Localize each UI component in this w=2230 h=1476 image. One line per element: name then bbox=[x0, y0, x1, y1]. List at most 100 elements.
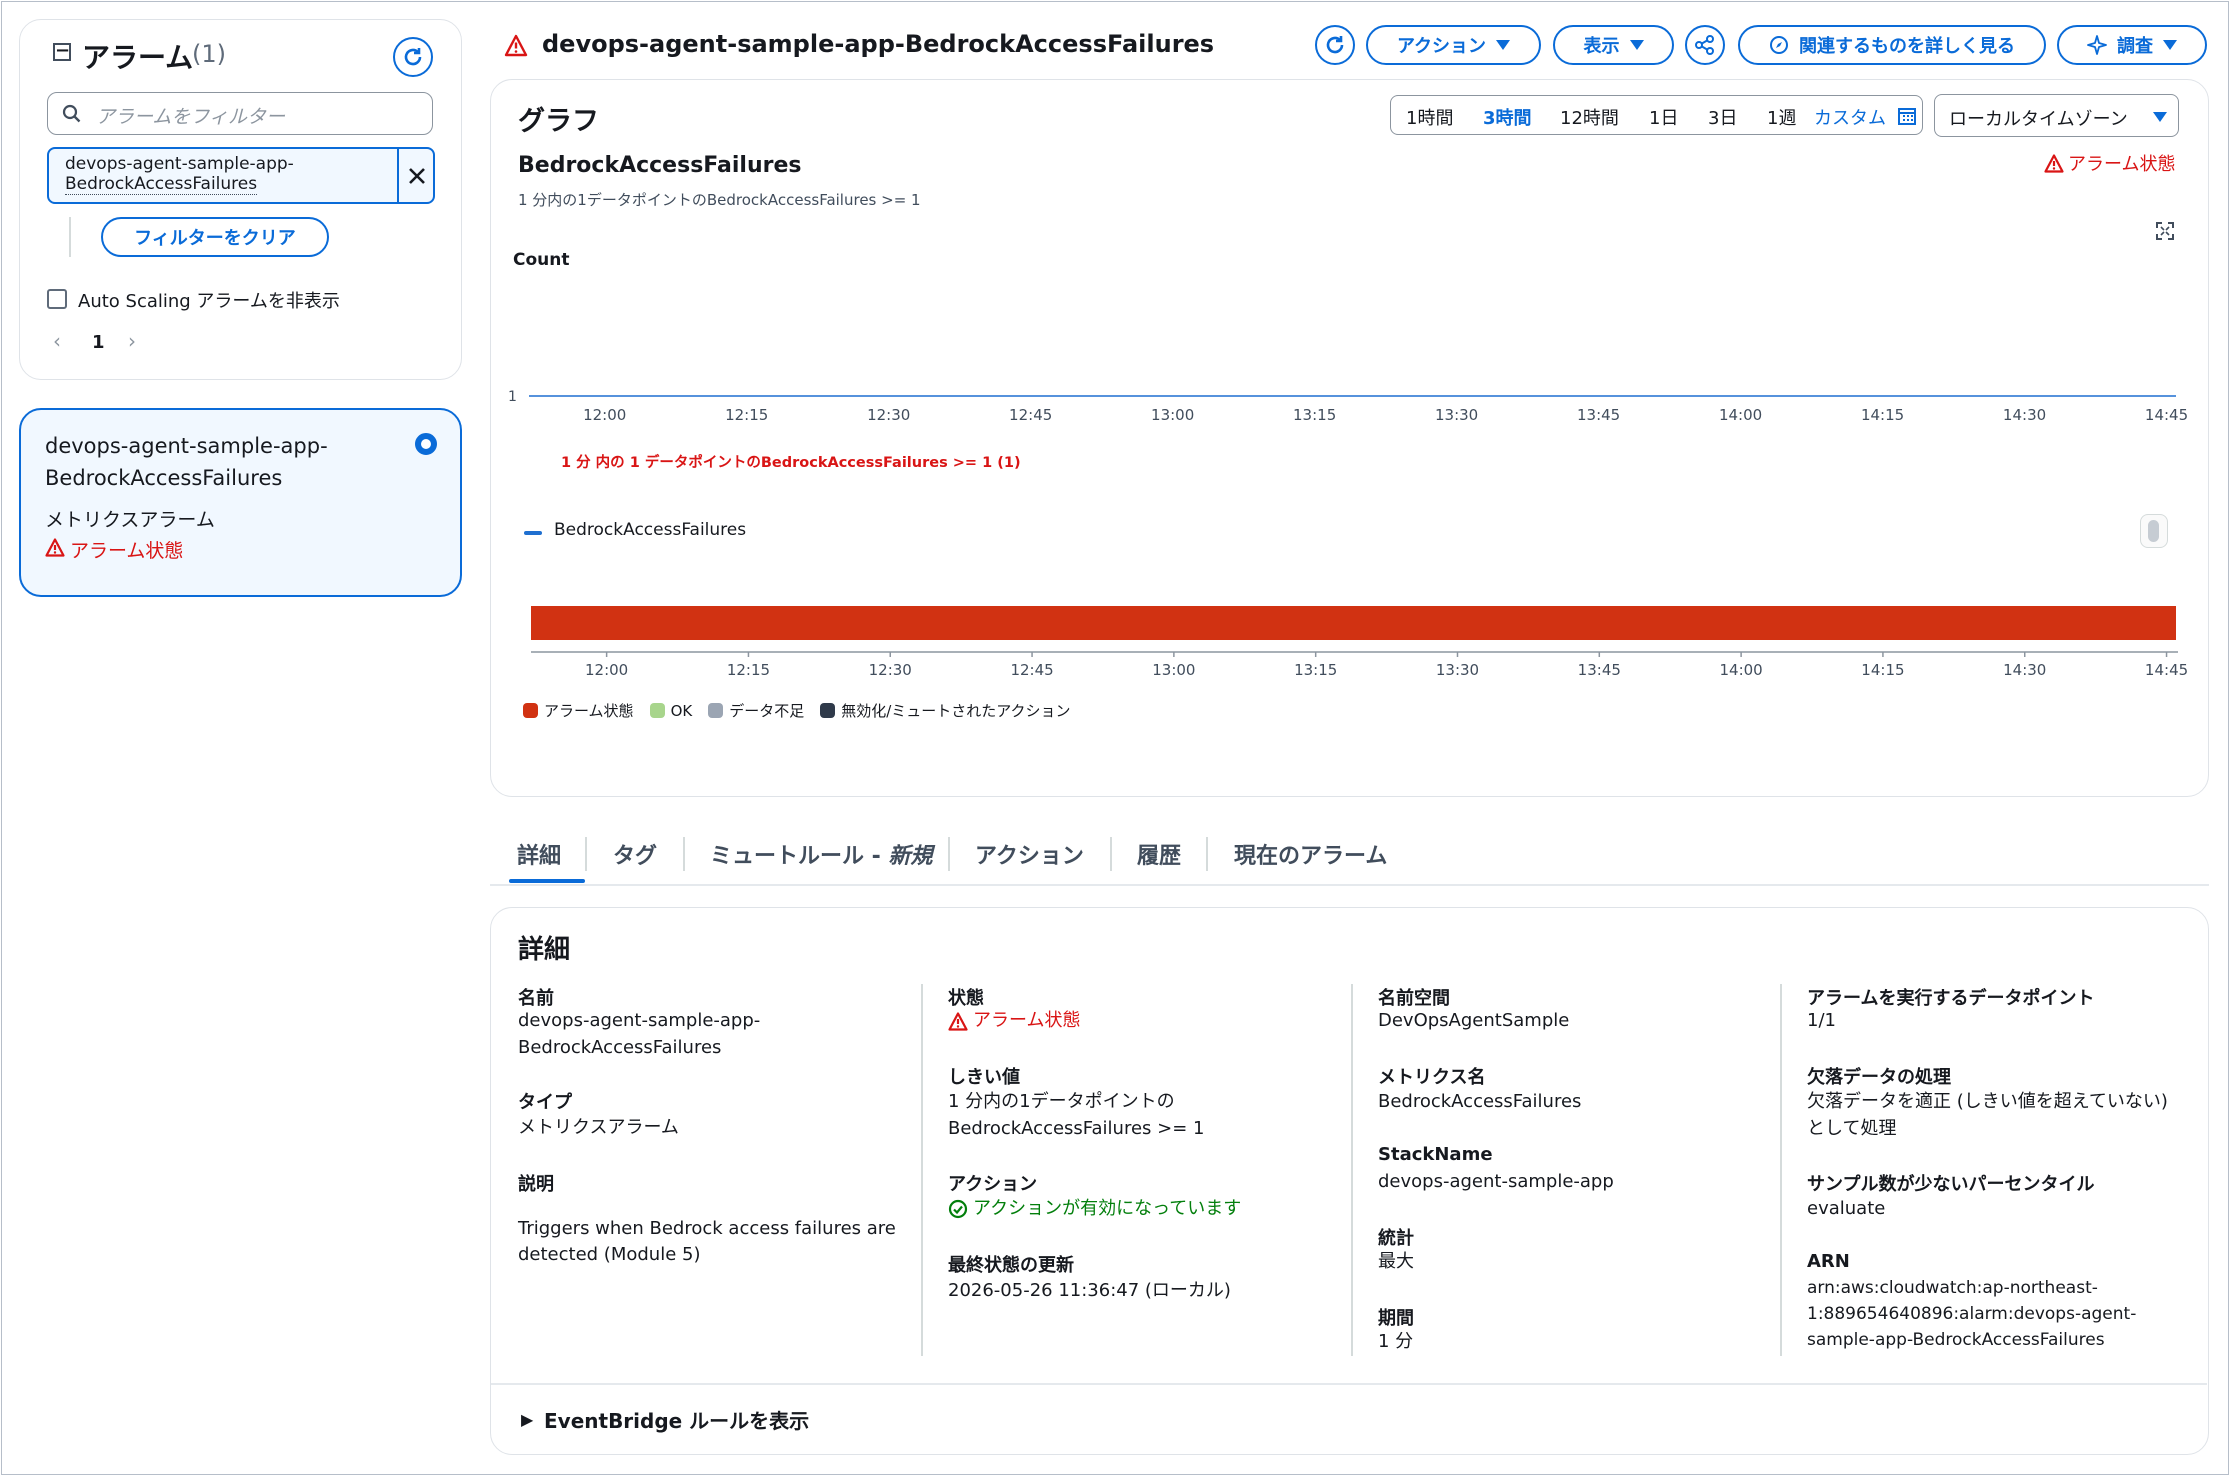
x-tick-label: 12:45 bbox=[1009, 406, 1052, 424]
search-placeholder: アラームをフィルター bbox=[96, 106, 286, 128]
next-page-icon[interactable]: › bbox=[128, 329, 136, 353]
state-value: アラーム状態 bbox=[973, 1010, 1081, 1031]
token-divider bbox=[69, 217, 71, 257]
legend-alarm-swatch bbox=[523, 703, 538, 718]
state-x-tick-label: 12:30 bbox=[869, 661, 912, 679]
range-3d[interactable]: 3日 bbox=[1708, 104, 1737, 130]
actions-label: アクション bbox=[948, 1174, 1038, 1195]
x-tick-label: 14:30 bbox=[2003, 406, 2046, 424]
threshold-label: しきい値 bbox=[948, 1067, 1020, 1088]
period-value: 1 分 bbox=[1378, 1331, 1414, 1352]
metric-name-label: メトリクス名 bbox=[1378, 1067, 1486, 1088]
tab-tags[interactable]: タグ bbox=[613, 838, 657, 870]
state-x-tick-label: 13:15 bbox=[1294, 661, 1337, 679]
state-x-tick-label: 13:30 bbox=[1436, 661, 1479, 679]
stackname-label: StackName bbox=[1378, 1144, 1493, 1165]
fullscreen-icon[interactable] bbox=[2156, 222, 2174, 240]
explore-related-button[interactable]: 関連するものを詳しく見る bbox=[1738, 25, 2046, 65]
type-value: メトリクスアラーム bbox=[518, 1117, 679, 1138]
details-panel: 詳細 名前 devops-agent-sample-app- BedrockAc… bbox=[490, 907, 2209, 1455]
range-3h[interactable]: 3時間 bbox=[1483, 104, 1532, 130]
metric-name-value: BedrockAccessFailures bbox=[1378, 1091, 1582, 1112]
refresh-button[interactable] bbox=[393, 37, 433, 77]
y-axis-label: Count bbox=[513, 250, 570, 270]
x-tick-label: 14:15 bbox=[1861, 406, 1904, 424]
explore-related-label: 関連するものを詳しく見る bbox=[1799, 36, 2015, 57]
share-button[interactable] bbox=[1685, 25, 1725, 65]
tab-current-alarms[interactable]: 現在のアラーム bbox=[1234, 838, 1387, 870]
alarm-list-item[interactable]: devops-agent-sample-app- BedrockAccessFa… bbox=[19, 408, 462, 597]
hide-autoscaling-checkbox[interactable] bbox=[47, 289, 67, 309]
column-divider bbox=[1780, 984, 1782, 1356]
datapoints-label: アラームを実行するデータポイント bbox=[1807, 988, 2095, 1009]
range-1w[interactable]: 1週 bbox=[1767, 104, 1796, 130]
statistic-label: 統計 bbox=[1378, 1228, 1414, 1249]
range-custom[interactable]: カスタム bbox=[1814, 104, 1886, 130]
x-tick-label: 12:15 bbox=[725, 406, 768, 424]
tab-active-indicator bbox=[509, 879, 585, 883]
scroll-handle[interactable] bbox=[2140, 514, 2168, 548]
range-1d[interactable]: 1日 bbox=[1649, 104, 1678, 130]
warning-icon bbox=[45, 538, 65, 557]
x-tick-label: 12:00 bbox=[583, 406, 626, 424]
graph-panel: グラフ 1時間 3時間 12時間 1日 3日 1週 カスタム ローカルタイムゾー… bbox=[490, 79, 2209, 797]
statistic-value: 最大 bbox=[1378, 1251, 1414, 1272]
investigate-dropdown[interactable]: 調査 bbox=[2057, 25, 2207, 65]
hide-autoscaling-label: Auto Scaling アラームを非表示 bbox=[78, 291, 340, 312]
view-label: 表示 bbox=[1583, 36, 1620, 57]
page-number[interactable]: 1 bbox=[92, 332, 105, 353]
x-tick-label: 14:45 bbox=[2145, 406, 2188, 424]
metric-subtitle: 1 分内の1データポイントのBedrockAccessFailures >= 1 bbox=[518, 191, 921, 209]
prev-page-icon[interactable]: ‹ bbox=[53, 329, 61, 353]
view-dropdown[interactable]: 表示 bbox=[1553, 25, 1674, 65]
column-divider bbox=[921, 984, 923, 1356]
remove-filter-button[interactable] bbox=[397, 149, 433, 202]
series-legend-swatch bbox=[524, 531, 542, 535]
description-value-1: Triggers when Bedrock access failures ar… bbox=[518, 1218, 896, 1239]
tab-history[interactable]: 履歴 bbox=[1137, 838, 1181, 870]
threshold-value-1: 1 分内の1データポイントの bbox=[948, 1091, 1175, 1112]
state-x-tick-label: 13:45 bbox=[1578, 661, 1621, 679]
tab-actions[interactable]: アクション bbox=[975, 838, 1084, 870]
range-12h[interactable]: 12時間 bbox=[1560, 104, 1619, 130]
description-value-2: detected (Module 5) bbox=[518, 1244, 701, 1265]
timezone-select[interactable]: ローカルタイムゾーン bbox=[1934, 94, 2179, 137]
missing-data-value-1: 欠落データを適正 (しきい値を超えていない) bbox=[1807, 1091, 2168, 1112]
series-legend-label[interactable]: BedrockAccessFailures bbox=[554, 520, 746, 540]
warning-icon bbox=[948, 1012, 968, 1031]
clear-filter-button[interactable]: フィルターをクリア bbox=[101, 217, 329, 257]
expand-caret-icon[interactable]: ▶ bbox=[521, 1410, 533, 1429]
missing-data-label: 欠落データの処理 bbox=[1807, 1067, 1951, 1088]
state-x-tick-label: 14:30 bbox=[2003, 661, 2046, 679]
share-icon bbox=[1695, 35, 1714, 55]
tab-details[interactable]: 詳細 bbox=[517, 838, 561, 870]
header-refresh-button[interactable] bbox=[1315, 25, 1355, 65]
legend-insufficient-swatch bbox=[708, 703, 724, 718]
datapoints-value: 1/1 bbox=[1807, 1010, 1836, 1031]
collapse-icon[interactable]: − bbox=[53, 42, 71, 61]
eventbridge-divider bbox=[491, 1383, 2207, 1385]
percentile-label: サンプル数が少ないパーセンタイル bbox=[1807, 1174, 2095, 1195]
graph-alarm-state: アラーム状態 bbox=[2068, 154, 2176, 175]
line-chart: 1 12:00 12:15 12:30 12:45 13:00 13:15 13:30 13:4… bbox=[508, 389, 2188, 424]
tab-mute-rules[interactable]: ミュートルール - 新規 bbox=[710, 838, 932, 870]
legend-muted-swatch bbox=[820, 703, 836, 718]
header-warning-icon bbox=[504, 34, 528, 57]
calendar-icon[interactable] bbox=[1898, 107, 1916, 125]
name-value-1: devops-agent-sample-app- bbox=[518, 1010, 761, 1031]
last-update-label: 最終状態の更新 bbox=[948, 1255, 1074, 1276]
actions-dropdown[interactable]: アクション bbox=[1366, 25, 1541, 65]
legend-alarm: アラーム状態 bbox=[544, 702, 634, 720]
alarm-item-name-2: BedrockAccessFailures bbox=[45, 466, 283, 490]
state-segment-alarm bbox=[531, 606, 2176, 640]
graph-section-title: グラフ bbox=[518, 106, 599, 137]
range-1h[interactable]: 1時間 bbox=[1406, 104, 1453, 130]
check-circle-icon bbox=[948, 1199, 968, 1219]
last-update-value: 2026-05-26 11:36:47 (ローカル) bbox=[948, 1280, 1231, 1301]
eventbridge-toggle[interactable]: EventBridge ルールを表示 bbox=[544, 1405, 809, 1434]
search-input[interactable]: アラームをフィルター bbox=[47, 92, 433, 135]
page-title: devops-agent-sample-app-BedrockAccessFai… bbox=[542, 30, 1215, 58]
alarm-item-radio[interactable] bbox=[415, 433, 437, 455]
name-value-2: BedrockAccessFailures bbox=[518, 1037, 722, 1058]
column-divider bbox=[1351, 984, 1353, 1356]
